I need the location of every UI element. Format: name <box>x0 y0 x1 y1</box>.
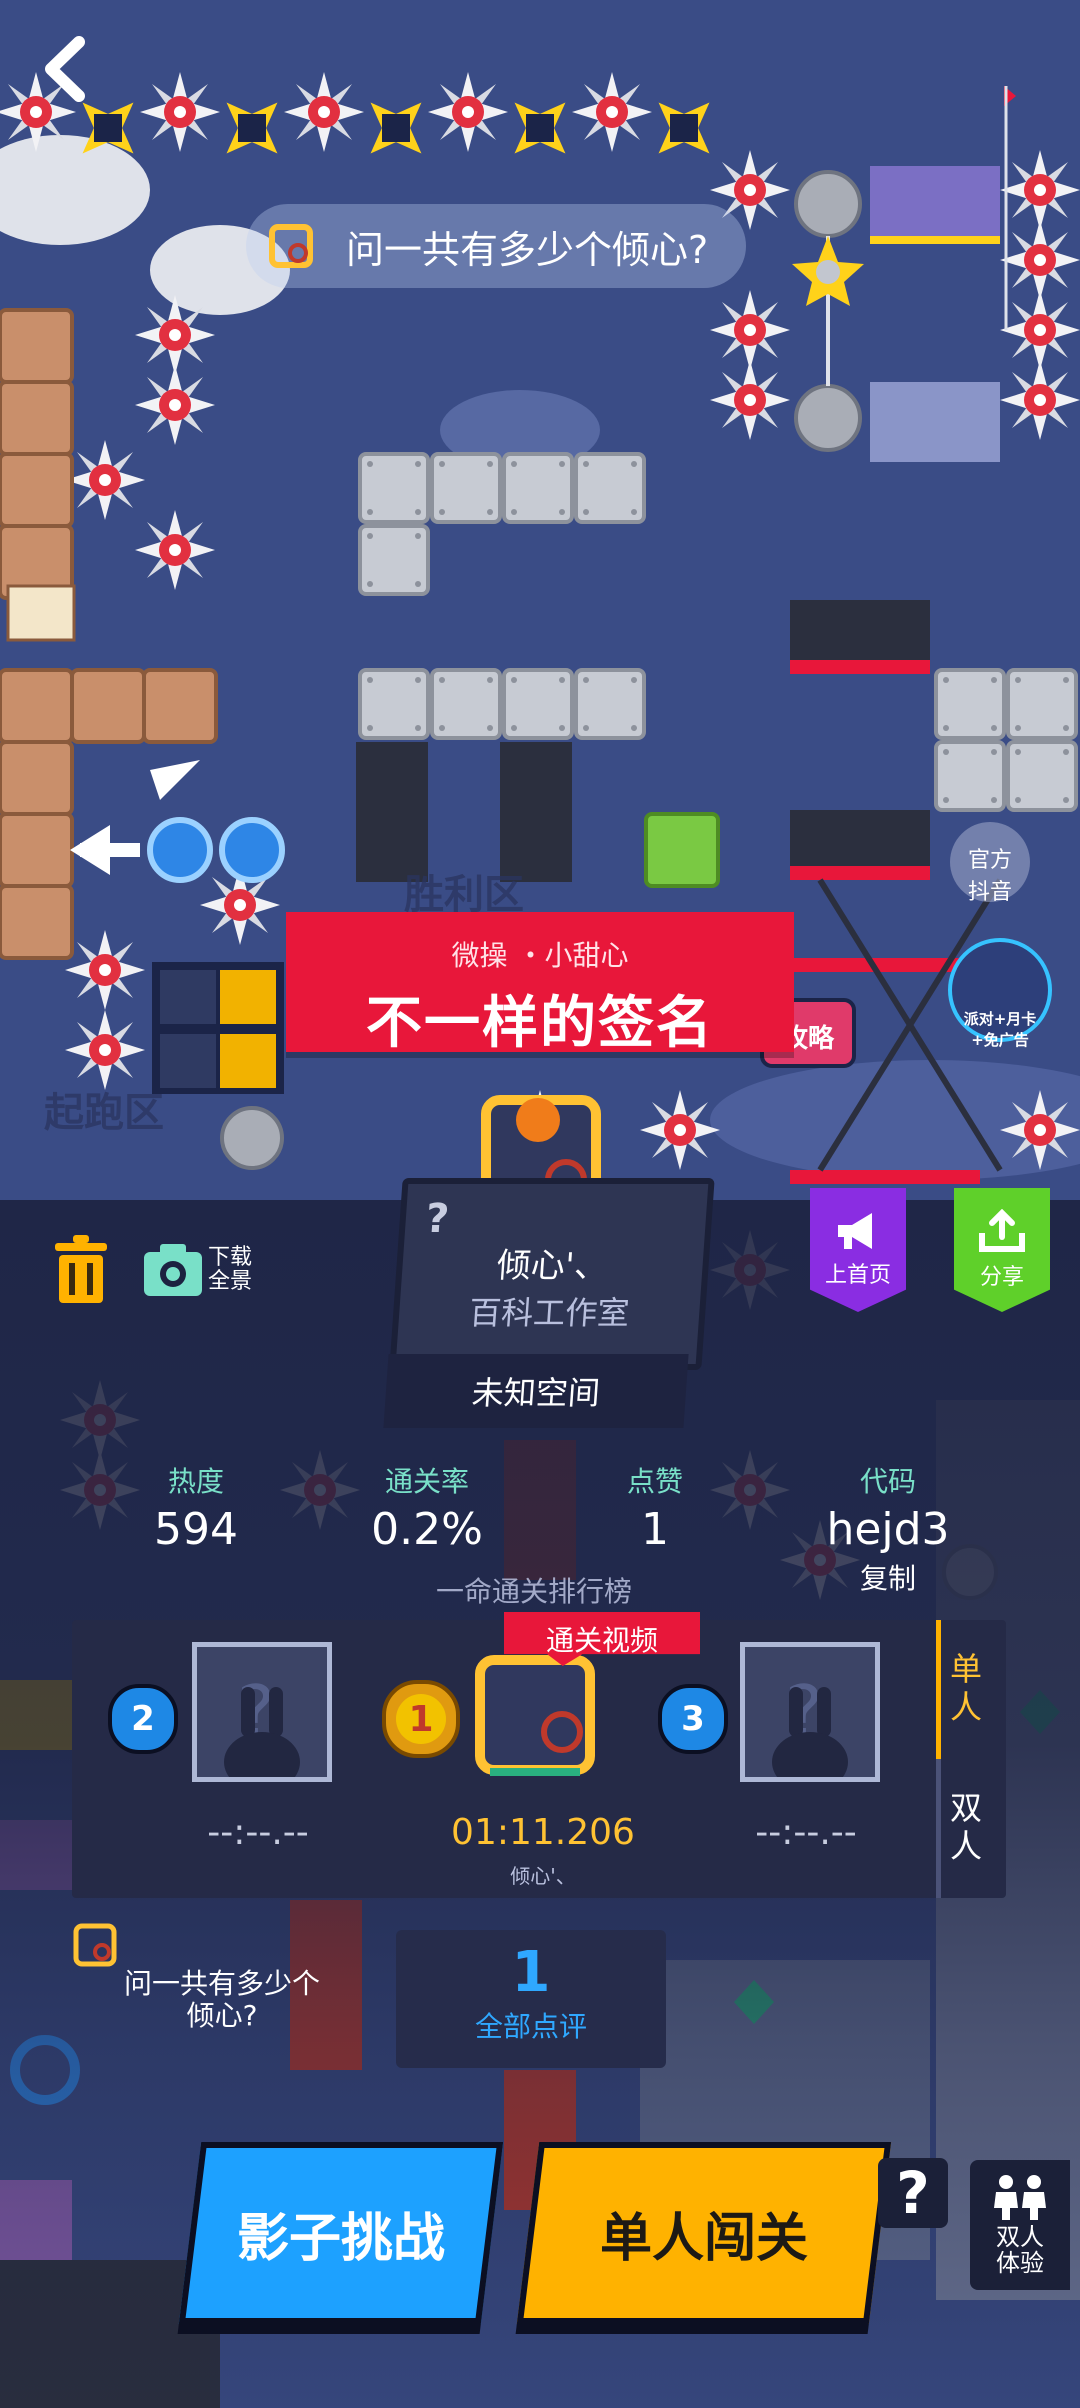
rank-badge: 1 <box>396 1694 446 1744</box>
stat-code[interactable]: 代码 hejd3 复制 <box>818 1460 958 1597</box>
single-play-label: 单人闯关 <box>599 2208 808 2269</box>
all-reviews-button[interactable]: 1 全部点评 <box>396 1930 666 2068</box>
share-button[interactable]: 分享 <box>954 1188 1050 1312</box>
download-panorama-button[interactable]: 下载 全景 <box>142 1236 272 1304</box>
tab-single[interactable]: 单人 <box>936 1620 987 1759</box>
creator-name: 倾心'、 <box>495 1246 610 1286</box>
mystery-rabbit-icon: ? <box>772 1670 848 1777</box>
shadow-challenge-button[interactable]: 影子挑战 <box>178 2142 504 2324</box>
delete-button[interactable] <box>44 1228 118 1312</box>
stat-likes-value: 1 <box>641 1504 669 1555</box>
help-button[interactable]: ? <box>878 2158 948 2228</box>
leaderboard-time: --:--.-- <box>755 1812 857 1853</box>
trash-icon <box>55 1235 107 1303</box>
share-label: 分享 <box>979 1265 1024 1290</box>
duo-experience-label: 双人 体验 <box>996 2223 1044 2277</box>
stat-likes: 点赞 1 <box>600 1460 710 1555</box>
mirror-frame-icon <box>72 1922 122 1968</box>
download-panorama-label: 下载 全景 <box>208 1245 253 1294</box>
stat-pass-rate-label: 通关率 <box>384 1465 469 1498</box>
rank-badge: 3 <box>658 1684 728 1754</box>
leaderboard-title: 一命通关排行榜 <box>436 1575 633 1608</box>
stat-likes-label: 点赞 <box>626 1465 683 1498</box>
leaderboard-mode-tabs: 单人 双人 <box>936 1620 1006 1898</box>
mirror-frame-icon <box>269 224 313 268</box>
copy-code-button[interactable]: 复制 <box>818 1557 958 1597</box>
creator-space: 未知空间 <box>470 1374 602 1412</box>
chevron-left-icon <box>45 36 85 102</box>
megaphone-icon <box>838 1213 872 1249</box>
mystery-rabbit-icon: ? <box>224 1670 300 1777</box>
leaderboard-player-name: 倾心'、 <box>510 1864 576 1888</box>
leaderboard-avatar[interactable]: ? <box>192 1642 332 1782</box>
stat-pass-rate-value: 0.2% <box>371 1504 483 1555</box>
creator-card[interactable]: ? 倾心'、 百科工作室 未知空间 <box>383 1178 715 1428</box>
leaderboard-avatar[interactable] <box>470 1650 600 1780</box>
duo-experience-button[interactable]: 双人 体验 <box>970 2160 1070 2290</box>
back-button[interactable] <box>20 24 110 114</box>
rank-badge: 2 <box>108 1684 178 1754</box>
gold-medal-icon: 1 <box>382 1680 460 1758</box>
promo-badge[interactable]: 派对+月卡 +免广告 <box>944 1008 1056 1050</box>
help-icon: ? <box>424 1196 451 1242</box>
shadow-challenge-label: 影子挑战 <box>236 2208 445 2269</box>
stat-heat-label: 热度 <box>167 1465 224 1498</box>
review-count: 1 <box>511 1940 551 2005</box>
front-page-button[interactable]: 上首页 <box>810 1188 906 1312</box>
level-name: 问一共有多少个 倾心? <box>123 1967 320 2032</box>
two-people-icon <box>994 2175 1046 2220</box>
review-label: 全部点评 <box>474 2010 587 2043</box>
level-title: 不一样的签名 <box>366 991 714 1056</box>
level-title-banner: 微操 ・小甜心 不一样的签名 <box>286 912 794 1056</box>
level-question-text: 问一共有多少个倾心? <box>346 227 709 272</box>
start-zone-label: 起跑区 <box>44 1090 164 1136</box>
single-play-button[interactable]: 单人闯关 <box>516 2142 892 2324</box>
camera-icon <box>144 1244 202 1296</box>
official-douyin-badge[interactable]: 官方 抖音 <box>952 842 1028 906</box>
stat-pass-rate: 通关率 0.2% <box>362 1460 492 1555</box>
level-question-banner: 问一共有多少个倾心? <box>246 204 746 288</box>
leaderboard-time: --:--.-- <box>207 1812 309 1853</box>
tab-double[interactable]: 双人 <box>936 1759 987 1898</box>
stat-code-value: hejd3 <box>826 1504 950 1555</box>
level-author-line: 微操 ・小甜心 <box>451 939 629 972</box>
front-page-label: 上首页 <box>824 1263 891 1288</box>
creator-studio: 百科工作室 <box>467 1294 631 1332</box>
leaderboard-avatar[interactable]: ? <box>740 1642 880 1782</box>
leaderboard-time: 01:11.206 <box>451 1812 635 1853</box>
stat-heat-value: 594 <box>154 1504 238 1555</box>
share-icon <box>979 1209 1025 1252</box>
stat-heat: 热度 594 <box>136 1460 256 1555</box>
stat-code-label: 代码 <box>859 1465 916 1498</box>
mirror-frame-icon <box>475 1655 595 1776</box>
